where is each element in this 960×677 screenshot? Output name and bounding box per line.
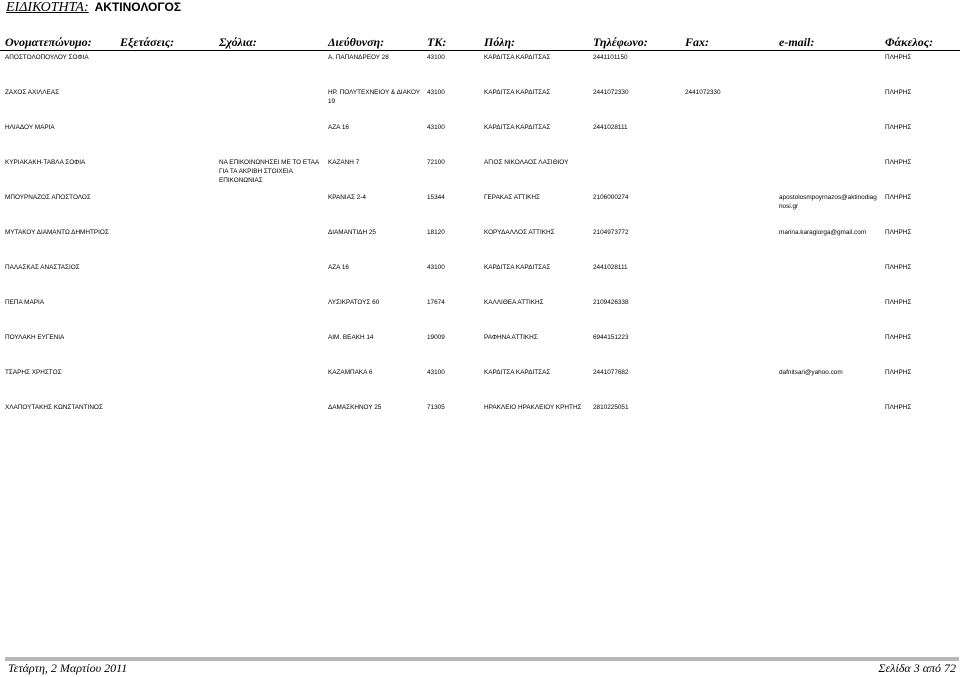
- footer-divider: [5, 657, 959, 661]
- row-address: ΔΙΑΜΑΝΤΙΔΗ 25: [328, 229, 376, 236]
- column-header-fax: Fax:: [685, 35, 709, 49]
- footer-page-number: Σελίδα 3 από 72: [878, 661, 956, 675]
- row-tk: 18120: [427, 229, 445, 236]
- row-folder: ΠΛΗΡΗΣ: [885, 264, 912, 271]
- row-tk: 43100: [427, 124, 445, 131]
- row-phone: 2441101150: [593, 54, 628, 61]
- column-header-address: Διεύθυνση:: [328, 35, 385, 49]
- row-folder: ΠΛΗΡΗΣ: [885, 334, 912, 341]
- row-email: apostolosmpoyrnazos@aktinodiagnosi.gr: [779, 194, 877, 210]
- row-city: ΓΕΡΑΚΑΣ ΑΤΤΙΚΗΣ: [484, 194, 540, 201]
- row-name: ΑΠΟΣΤΟΛΟΠΟΥΛΟΥ ΣΟΦΙΑ: [5, 54, 89, 61]
- specialty-label: ΕΙΔΙΚΟΤΗΤΑ:: [6, 0, 89, 15]
- row-name: ΜΠΟΥΡΝΑΖΟΣ ΑΠΟΣΤΟΛΟΣ: [5, 194, 91, 201]
- row-city: ΡΑΦΗΝΑ ΑΤΤΙΚΗΣ: [484, 334, 538, 341]
- row-address: ΚΡΑΝΙΑΣ 2-4: [328, 194, 366, 201]
- row-address: ΚΑΖΑΝΗ 7: [328, 159, 360, 166]
- row-folder: ΠΛΗΡΗΣ: [885, 194, 912, 201]
- row-email: dafnitsari@yahoo.com: [779, 369, 843, 376]
- row-address: ΑΙΜ. ΒΕΑΚΗ 14: [328, 334, 374, 341]
- column-header-city: Πόλη:: [484, 35, 516, 49]
- row-phone: 6944151223: [593, 334, 629, 341]
- row-phone: 2104973772: [593, 229, 629, 236]
- column-header-name: Ονοματεπώνυμο:: [5, 35, 92, 49]
- row-city: ΚΟΡΥΔΑΛΛΟΣ ΑΤΤΙΚΗΣ: [484, 229, 555, 236]
- row-address: ΑΖΑ 16: [328, 124, 349, 131]
- row-phone: 2810225051: [593, 404, 629, 411]
- column-header-phone: Τηλέφωνο:: [593, 35, 648, 49]
- row-name: ΜΥΤΑΚΟΥ ΔΙΑΜΑΝΤΩ ΔΗΜΗΤΡΙΟΣ: [5, 229, 109, 236]
- row-tk: 19009: [427, 334, 445, 341]
- row-city: ΚΑΛΛΙΘΕΑ ΑΤΤΙΚΗΣ: [484, 299, 544, 306]
- row-city: ΑΓΙΟΣ ΝΙΚΟΛΑΟΣ ΛΑΣΙΘΙΟΥ: [484, 159, 569, 166]
- row-folder: ΠΛΗΡΗΣ: [885, 229, 912, 236]
- row-address: ΛΥΣΙΚΡΑΤΟΥΣ 60: [328, 299, 380, 306]
- row-tk: 43100: [427, 369, 445, 376]
- column-header-email: e-mail:: [779, 35, 815, 49]
- row-name: ΤΣΑΡΗΣ ΧΡΗΣΤΟΣ: [5, 369, 62, 376]
- row-comments: ΝΑ ΕΠΙΚΟΙΝΩΝΗΣΕΙ ΜΕ ΤΟ ΕΤΑΑ ΓΙΑ ΤΑ ΑΚΡΙΒ…: [219, 159, 319, 184]
- row-city: ΚΑΡΔΙΤΣΑ ΚΑΡΔΙΤΣΑΣ: [484, 54, 551, 61]
- row-address: ΑΖΑ 16: [328, 264, 349, 271]
- row-name: ΗΛΙΑΔΟΥ ΜΑΡΙΑ: [5, 124, 55, 131]
- row-name: ΠΑΛΑΣΚΑΣ ΑΝΑΣΤΑΣΙΟΣ: [5, 264, 80, 271]
- row-city: ΚΑΡΔΙΤΣΑ ΚΑΡΔΙΤΣΑΣ: [484, 124, 551, 131]
- footer-date: Τετάρτη, 2 Μαρτίου 2011: [8, 661, 128, 675]
- row-address: ΔΑΜΑΣΚΗΝΟΥ 25: [328, 404, 382, 411]
- row-phone: 2106000274: [593, 194, 629, 201]
- specialty-value: ΑΚΤΙΝΟΛΟΓΟΣ: [94, 0, 182, 14]
- row-folder: ΠΛΗΡΗΣ: [885, 54, 912, 61]
- row-city: ΚΑΡΔΙΤΣΑ ΚΑΡΔΙΤΣΑΣ: [484, 369, 551, 376]
- row-phone: 2441028111: [593, 264, 628, 271]
- row-tk: 17674: [427, 299, 445, 306]
- column-header-folder: Φάκελος:: [885, 35, 934, 49]
- row-name: ΠΟΥΛΑΚΗ ΕΥΓΕΝΙΑ: [5, 334, 65, 341]
- row-name: ΧΛΑΠΟΥΤΑΚΗΣ ΚΩΝΣΤΑΝΤΙΝΟΣ: [5, 404, 103, 411]
- row-folder: ΠΛΗΡΗΣ: [885, 404, 912, 411]
- column-header-row: Ονοματεπώνυμο: Εξετάσεις: Σχόλια: Διεύθυ…: [0, 35, 960, 51]
- row-phone: 2441077682: [593, 369, 629, 376]
- column-header-exams: Εξετάσεις:: [120, 35, 175, 49]
- row-tk: 71305: [427, 404, 445, 411]
- row-folder: ΠΛΗΡΗΣ: [885, 89, 912, 96]
- row-address: Α. ΠΑΠΑΝΔΡΕΟΥ 28: [328, 54, 389, 61]
- row-folder: ΠΛΗΡΗΣ: [885, 124, 912, 131]
- row-phone: 2109426338: [593, 299, 629, 306]
- report-title: ΕΙΔΙΚΟΤΗΤΑ: ΑΚΤΙΝΟΛΟΓΟΣ: [6, 0, 181, 16]
- row-folder: ΠΛΗΡΗΣ: [885, 299, 912, 306]
- column-header-tk: ΤΚ:: [427, 35, 447, 49]
- row-address: ΚΑΖΑΜΠΑΚΑ 6: [328, 369, 373, 376]
- row-folder: ΠΛΗΡΗΣ: [885, 369, 912, 376]
- row-phone: 2441072330: [593, 89, 629, 96]
- row-fax: 2441072330: [685, 89, 721, 96]
- row-address: ΗΡ. ΠΟΛΥΤΕΧΝΕΙΟΥ & ΔΙΑΚΟΥ 19: [328, 89, 420, 105]
- row-city: ΚΑΡΔΙΤΣΑ ΚΑΡΔΙΤΣΑΣ: [484, 89, 551, 96]
- row-name: ΠΕΠΑ ΜΑΡΙΑ: [5, 299, 45, 306]
- row-email: marina.karagiorga@gmail.com: [779, 229, 867, 236]
- row-tk: 72100: [427, 159, 445, 166]
- row-folder: ΠΛΗΡΗΣ: [885, 159, 912, 166]
- row-tk: 43100: [427, 264, 445, 271]
- column-header-comments: Σχόλια:: [219, 35, 257, 49]
- row-city: ΚΑΡΔΙΤΣΑ ΚΑΡΔΙΤΣΑΣ: [484, 264, 551, 271]
- row-tk: 15344: [427, 194, 445, 201]
- row-name: ΖΑΧΟΣ ΑΧΙΛΛΕΑΣ: [5, 89, 60, 96]
- row-tk: 43100: [427, 89, 445, 96]
- row-name: ΚΥΡΙΑΚΑΚΗ-ΤΑΒΛΑ ΣΟΦΙΑ: [5, 159, 86, 166]
- row-phone: 2441028111: [593, 124, 628, 131]
- row-tk: 43100: [427, 54, 445, 61]
- row-city: ΗΡΑΚΛΕΙΟ ΗΡΑΚΛΕΙΟΥ ΚΡΗΤΗΣ: [484, 404, 582, 411]
